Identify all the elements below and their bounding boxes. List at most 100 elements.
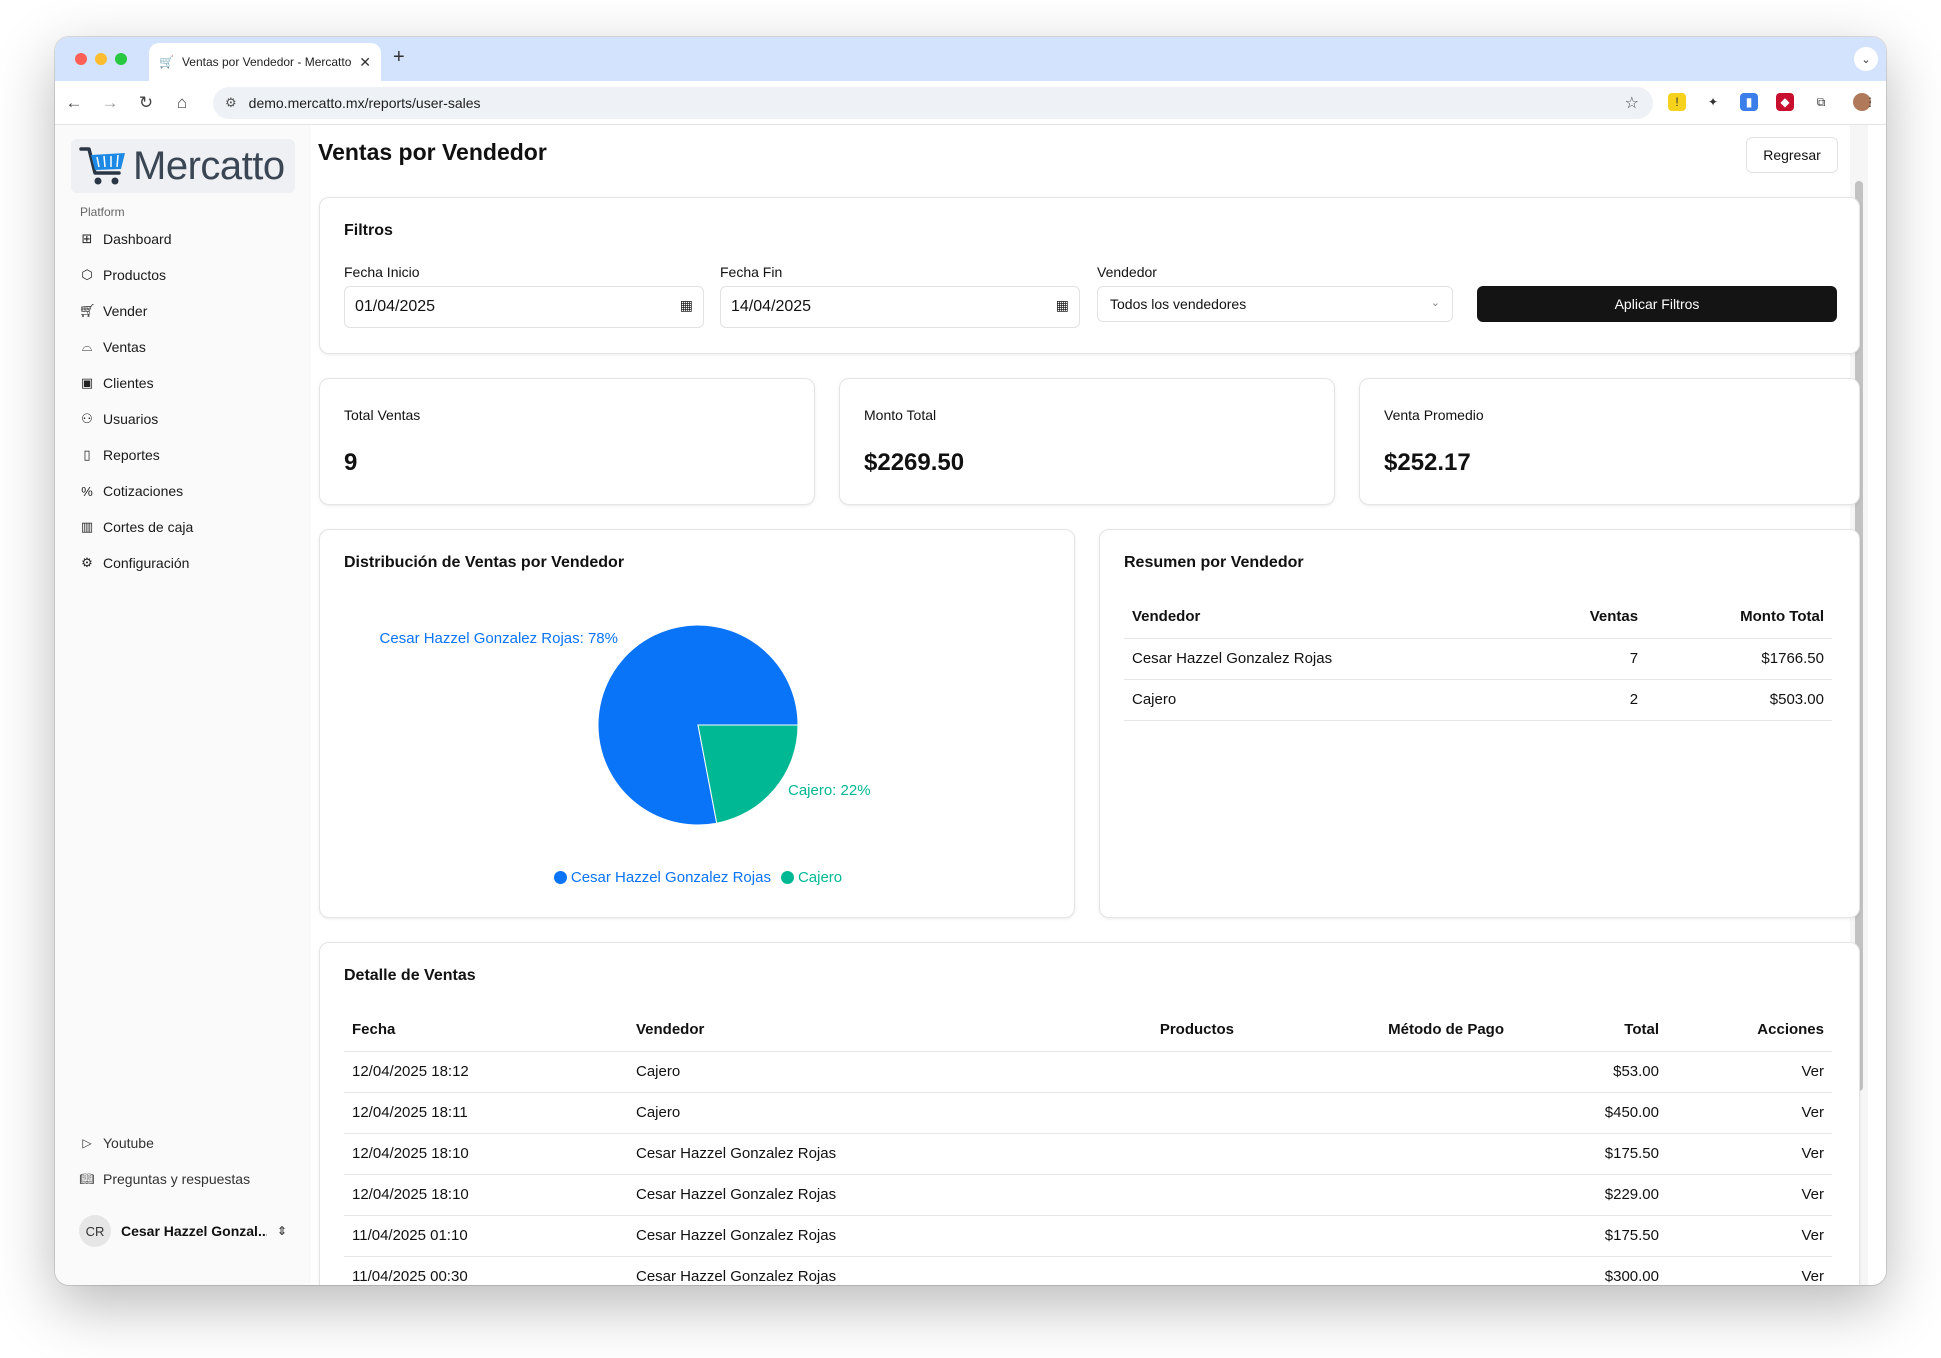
more-menu-icon[interactable]: ⋮ (1864, 93, 1876, 111)
site-settings-icon[interactable]: ⚙ (225, 95, 237, 111)
youtube-link[interactable]: ▷ Youtube (79, 1125, 250, 1161)
close-window-button[interactable] (75, 53, 87, 65)
user-menu[interactable]: CR Cesar Hazzel Gonzal... ⇕ (71, 1209, 295, 1253)
browser-tab[interactable]: 🛒 Ventas por Vendedor - Mercatto ✕ (149, 43, 381, 81)
minimize-window-button[interactable] (95, 53, 107, 65)
forward-arrow-icon[interactable]: → (99, 93, 121, 113)
maximize-window-button[interactable] (115, 53, 127, 65)
column-header: Vendedor (628, 1009, 1044, 1052)
column-header: Acciones (1667, 1009, 1832, 1052)
tab-search-button[interactable]: ⌄ (1854, 47, 1878, 71)
view-link[interactable]: Ver (1667, 1174, 1832, 1216)
sidebar-item-label: Usuarios (103, 411, 159, 427)
table-cell: 11/04/2025 00:30 (344, 1256, 628, 1285)
table-cell (1044, 1215, 1242, 1257)
address-bar[interactable]: ⚙ demo.mercatto.mx/reports/user-sales ☆ (213, 87, 1653, 119)
table-cell (1242, 1133, 1512, 1175)
view-link[interactable]: Ver (1667, 1215, 1832, 1257)
bookmark-star-icon[interactable]: ☆ (1625, 93, 1639, 113)
sidebar-item-label: Reportes (103, 447, 160, 463)
sidebar-menu: ⊞ Dashboard ⬡ Productos 🛒︎ Vender ⌓ Ventas ▣… (71, 221, 295, 581)
sidebar-item-usuarios[interactable]: ⚇ Usuarios (71, 401, 295, 437)
table-cell: 11/04/2025 01:10 (344, 1215, 628, 1257)
table-row: Cesar Hazzel Gonzalez Rojas 7 $1766.50 (1124, 638, 1832, 680)
sidebar-item-clientes[interactable]: ▣ Clientes (71, 365, 295, 401)
detail-table: Fecha Vendedor Productos Método de Pago … (344, 1009, 1832, 1285)
extension-icon[interactable]: ▮ (1740, 93, 1758, 111)
sidebar-item-label: Clientes (103, 375, 154, 391)
legend-item-cajero[interactable]: Cajero (780, 869, 842, 886)
stat-value: $2269.50 (864, 449, 965, 476)
close-tab-icon[interactable]: ✕ (359, 54, 371, 71)
legend-dot (780, 871, 794, 884)
sidebar-item-ventas[interactable]: ⌓ Ventas (71, 329, 295, 365)
table-cell: Cesar Hazzel Gonzalez Rojas (628, 1133, 1044, 1175)
summary-card: Resumen por Vendedor Vendedor Ventas Mon… (1099, 529, 1860, 918)
table-cell (1242, 1215, 1512, 1257)
seller-select-value: Todos los vendedores (1110, 296, 1247, 312)
extension-icon[interactable]: ! (1668, 93, 1686, 111)
url-text: demo.mercatto.mx/reports/user-sales (248, 95, 481, 111)
apply-filters-button[interactable]: Aplicar Filtros (1477, 286, 1837, 322)
sidebar-item-vender[interactable]: 🛒︎ Vender (71, 293, 295, 329)
browser-window: 🛒 Ventas por Vendedor - Mercatto ✕ + ⌄ ←… (55, 37, 1886, 1285)
summary-table: Vendedor Ventas Monto Total Cesar Hazzel… (1124, 596, 1832, 721)
view-link[interactable]: Ver (1667, 1092, 1832, 1134)
extension-icon[interactable]: ✦ (1704, 93, 1722, 111)
back-arrow-icon[interactable]: ← (63, 93, 85, 113)
book-icon: 📖︎ (79, 1172, 95, 1186)
sidebar-item-productos[interactable]: ⬡ Productos (71, 257, 295, 293)
table-header-row: Vendedor Ventas Monto Total (1124, 596, 1832, 639)
column-header: Productos (1044, 1009, 1242, 1052)
view-link[interactable]: Ver (1667, 1051, 1832, 1093)
package-icon: ⬡ (81, 267, 93, 282)
table-row: 11/04/2025 00:30 Cesar Hazzel Gonzalez R… (344, 1256, 1832, 1285)
sidebar-item-label: Cotizaciones (103, 483, 184, 499)
sidebar-item-label: Dashboard (103, 231, 172, 247)
detail-card: Detalle de Ventas Fecha Vendedor Product… (319, 942, 1860, 1285)
table-row: Cajero 2 $503.00 (1124, 679, 1832, 721)
table-cell: $450.00 (1512, 1092, 1667, 1134)
start-date-input[interactable]: 01/04/2025 ▦ (344, 286, 704, 328)
table-cell: Cajero (628, 1092, 1044, 1134)
home-icon[interactable]: ⌂ (171, 93, 193, 113)
legend-item-cesar[interactable]: Cesar Hazzel Gonzalez Rojas (553, 869, 771, 886)
puzzle-icon[interactable]: ⧉ (1812, 93, 1830, 111)
tab-title: Ventas por Vendedor - Mercatto (181, 55, 352, 69)
brand-logo[interactable]: Mercatto (71, 139, 295, 193)
view-link[interactable]: Ver (1667, 1133, 1832, 1175)
calendar-icon[interactable]: ▦ (680, 297, 693, 314)
table-cell (1044, 1051, 1242, 1093)
table-cell (1044, 1092, 1242, 1134)
calendar-icon[interactable]: ▦ (1056, 297, 1069, 314)
main-content: Ventas por Vendedor Regresar Filtros Fec… (312, 125, 1868, 1285)
start-date-value: 01/04/2025 (355, 298, 436, 315)
sidebar-item-cotizaciones[interactable]: % Cotizaciones (71, 473, 295, 509)
end-date-input[interactable]: 14/04/2025 ▦ (720, 286, 1080, 328)
back-button[interactable]: Regresar (1746, 137, 1838, 173)
column-header: Total (1512, 1009, 1667, 1052)
cart-logo-icon (79, 147, 125, 185)
seller-select[interactable]: Todos los vendedores ⌄ (1097, 286, 1453, 322)
filters-card: Filtros Fecha Inicio 01/04/2025 ▦ Fecha … (319, 197, 1860, 354)
stat-card-venta-promedio: Venta Promedio $252.17 (1359, 378, 1860, 505)
sidebar-item-label: Cortes de caja (103, 519, 194, 535)
sidebar-item-dashboard[interactable]: ⊞ Dashboard (71, 221, 295, 257)
table-cell: Cesar Hazzel Gonzalez Rojas (628, 1215, 1044, 1257)
sidebar-item-configuracion[interactable]: ⚙ Configuración (71, 545, 295, 581)
sidebar-item-cortes-de-caja[interactable]: ▥ Cortes de caja (71, 509, 295, 545)
reload-icon[interactable]: ↻ (135, 93, 157, 113)
table-cell: Cajero (1124, 679, 1527, 721)
youtube-label: Youtube (103, 1135, 154, 1151)
stat-label: Venta Promedio (1384, 407, 1484, 423)
faq-link[interactable]: 📖︎ Preguntas y respuestas (79, 1161, 250, 1197)
table-cell: 12/04/2025 18:10 (344, 1133, 628, 1175)
cart-icon: 🛒︎ (79, 303, 96, 318)
table-cell: 12/04/2025 18:12 (344, 1051, 628, 1093)
new-tab-button[interactable]: + (393, 46, 405, 69)
summary-title: Resumen por Vendedor (1124, 554, 1304, 571)
table-cell: 2 (1526, 679, 1647, 721)
view-link[interactable]: Ver (1667, 1256, 1832, 1285)
shield-extension-icon[interactable]: ◆ (1776, 93, 1794, 111)
sidebar-item-reportes[interactable]: ▯ Reportes (71, 437, 295, 473)
